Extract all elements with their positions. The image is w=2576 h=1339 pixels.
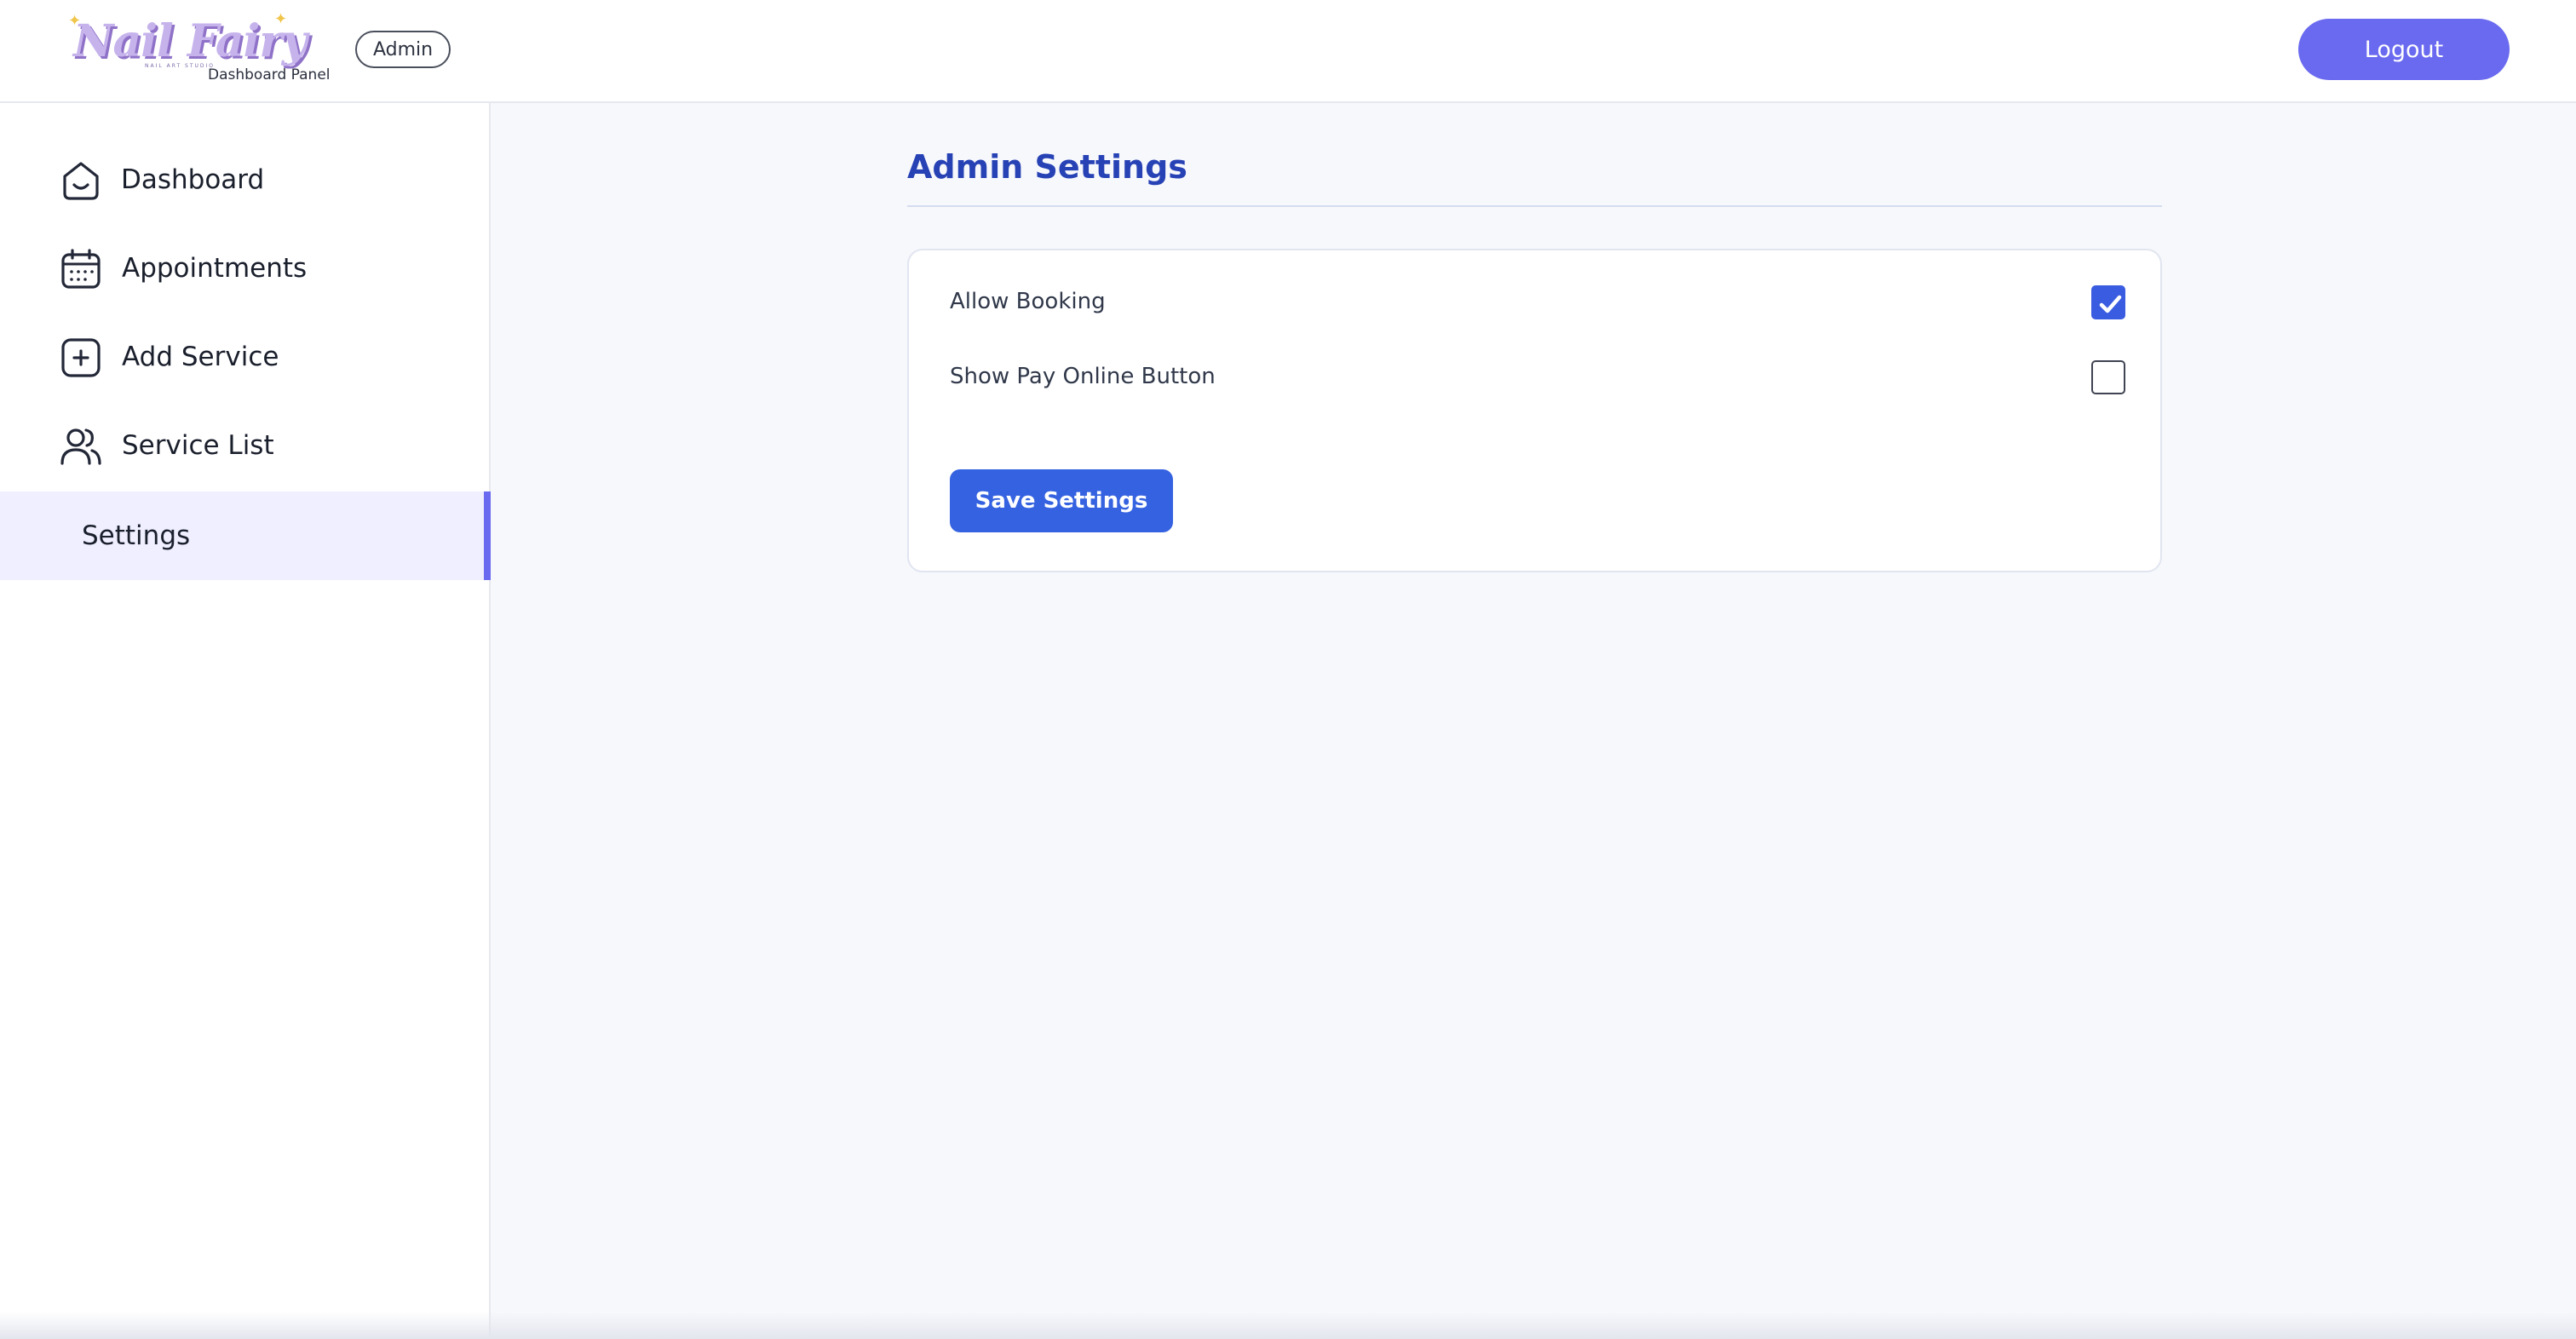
sidebar-item-label: Appointments <box>122 253 308 284</box>
setting-label: Show Pay Online Button <box>950 364 1216 389</box>
setting-row-allow-booking: Allow Booking <box>950 280 2125 323</box>
sidebar-item-appointments[interactable]: Appointments <box>0 224 491 313</box>
page-title: Admin Settings <box>907 148 1187 186</box>
sidebar-item-label: Dashboard <box>121 164 265 195</box>
users-icon <box>60 428 101 465</box>
calendar-icon <box>61 249 101 289</box>
sidebar-item-label: Add Service <box>122 342 279 372</box>
checkmark-icon <box>2099 295 2122 313</box>
top-header: ✦ Nail Fairy ✦ NAIL ART STUDIO Dashboard… <box>0 0 2576 103</box>
logo-tagline: NAIL ART STUDIO <box>145 63 215 69</box>
logo-wordmark: Nail Fairy <box>73 15 308 67</box>
nail-fairy-logo[interactable]: ✦ Nail Fairy ✦ NAIL ART STUDIO Dashboard… <box>68 10 337 87</box>
settings-card: Allow Booking Show Pay Online Button Sav… <box>907 249 2162 572</box>
divider <box>907 205 2162 207</box>
sparkle-icon: ✦ <box>274 10 288 28</box>
role-badge: Admin <box>355 31 451 68</box>
allow-booking-checkbox[interactable] <box>2091 285 2125 319</box>
setting-row-show-pay-online: Show Pay Online Button <box>950 355 2125 398</box>
home-icon <box>63 162 99 200</box>
window-bottom-shadow <box>0 1312 2576 1339</box>
setting-label: Allow Booking <box>950 289 1106 314</box>
active-indicator <box>484 491 491 580</box>
logo-subtitle: Dashboard Panel <box>208 66 331 83</box>
sidebar-item-add-service[interactable]: Add Service <box>0 313 491 401</box>
sidebar-item-label: Service List <box>122 430 274 461</box>
sidebar-item-label: Settings <box>82 520 191 551</box>
save-settings-button[interactable]: Save Settings <box>950 469 1173 532</box>
sidebar-item-settings[interactable]: Settings <box>0 491 491 580</box>
show-pay-online-checkbox[interactable] <box>2091 360 2125 394</box>
logout-button[interactable]: Logout <box>2298 19 2510 80</box>
sidebar-item-dashboard[interactable]: Dashboard <box>0 135 491 224</box>
sidebar-item-service-list[interactable]: Service List <box>0 401 491 490</box>
sidebar: Dashboard Appointments Add Service Servi… <box>0 103 491 1339</box>
plus-square-icon <box>61 338 101 377</box>
main-content: Admin Settings Allow Booking Show Pay On… <box>492 103 2576 1339</box>
